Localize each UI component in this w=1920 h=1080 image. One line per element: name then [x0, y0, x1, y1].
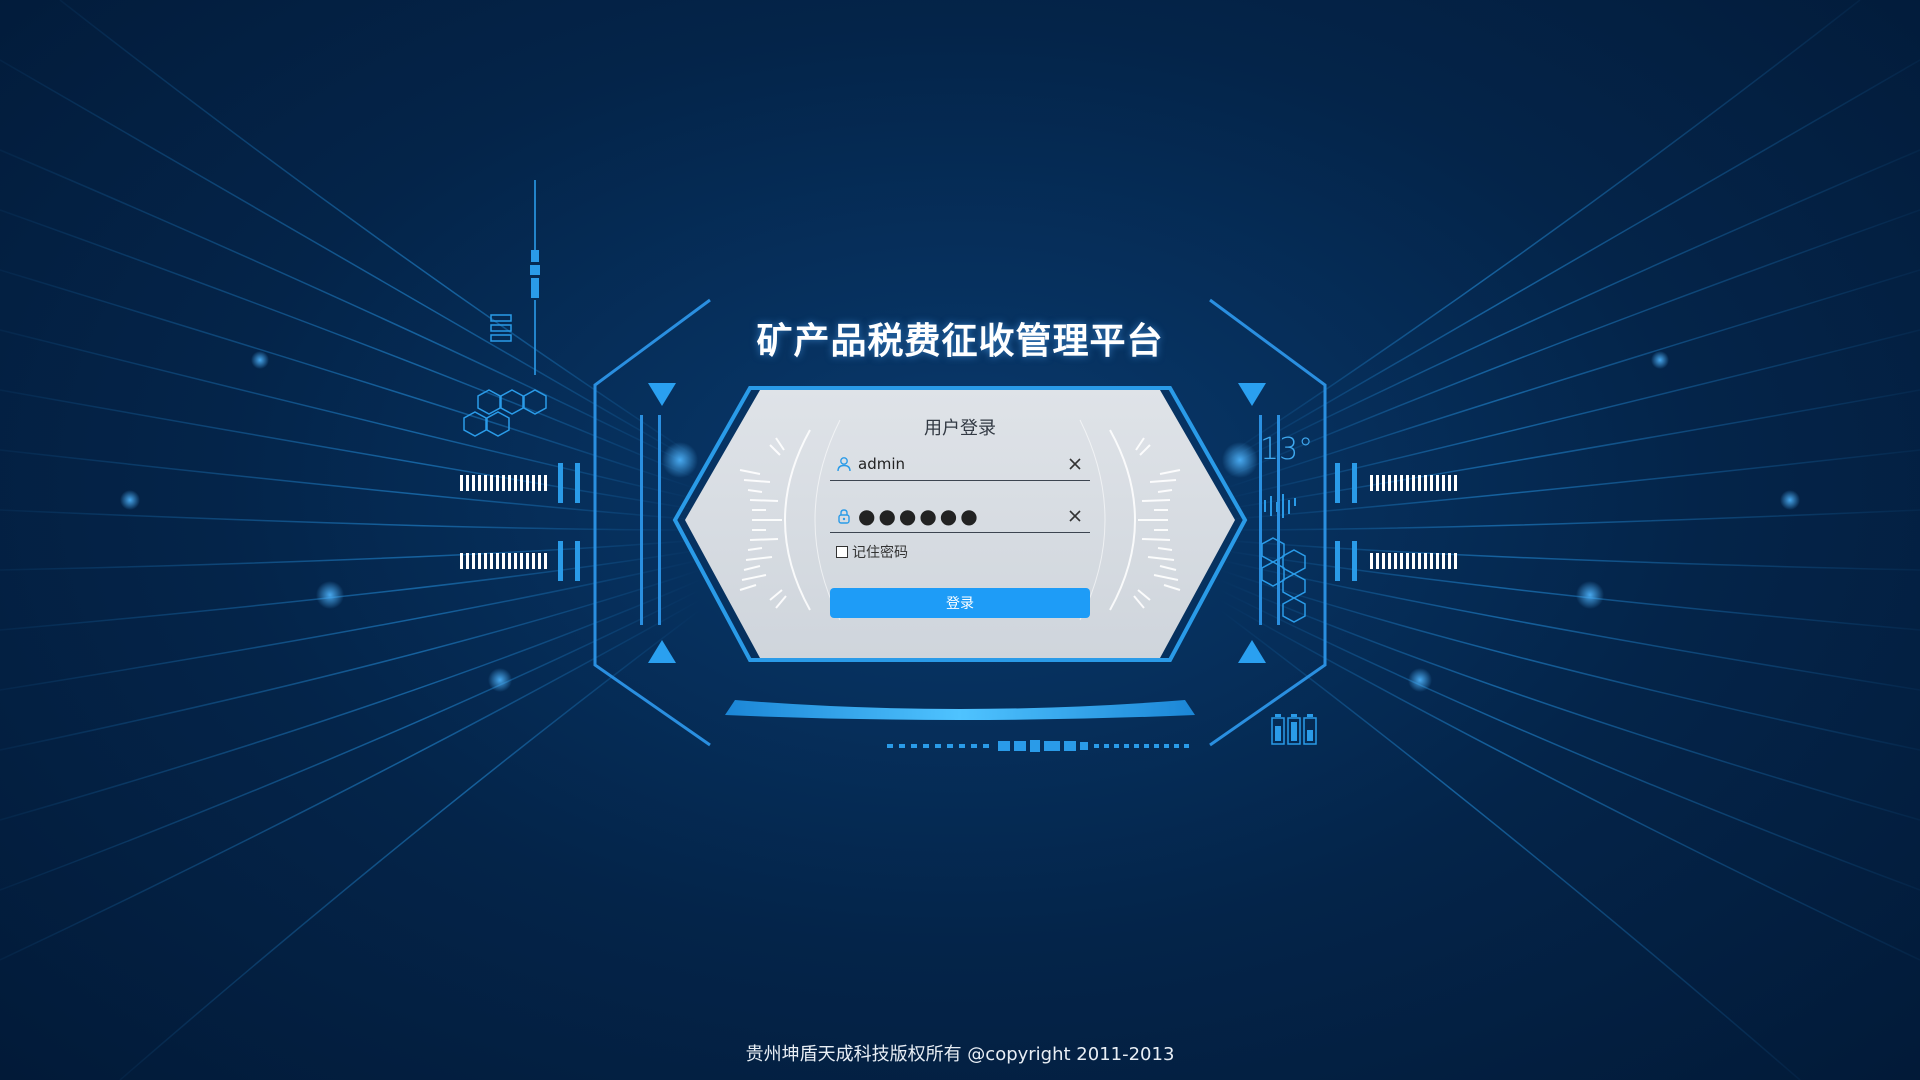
clear-username-icon[interactable] [1066, 455, 1084, 473]
password-input[interactable] [858, 504, 1058, 528]
username-input[interactable] [858, 452, 1058, 476]
platform-title: 矿产品税费征收管理平台 [756, 321, 1164, 362]
copyright-footer: 贵州坤盾天成科技版权所有 @copyright 2011-2013 [745, 1044, 1175, 1065]
remember-label: 记住密码 [852, 545, 908, 561]
login-heading: 用户登录 [924, 418, 996, 439]
clear-password-icon[interactable] [1066, 507, 1084, 525]
remember-checkbox[interactable] [836, 546, 848, 558]
lock-icon [838, 509, 850, 524]
background-decoration [0, 0, 1920, 1080]
temperature-readout: 13° [1260, 432, 1314, 467]
remember-password[interactable]: 记住密码 [836, 542, 908, 562]
password-field[interactable] [830, 502, 1090, 533]
username-field[interactable] [830, 450, 1090, 481]
login-button[interactable]: 登录 [830, 588, 1090, 618]
user-icon [837, 457, 851, 472]
login-page: 矿产品税费征收管理平台 用户登录 记住密码 登录 13° 贵州坤盾天成科技版权所… [0, 0, 1920, 1080]
